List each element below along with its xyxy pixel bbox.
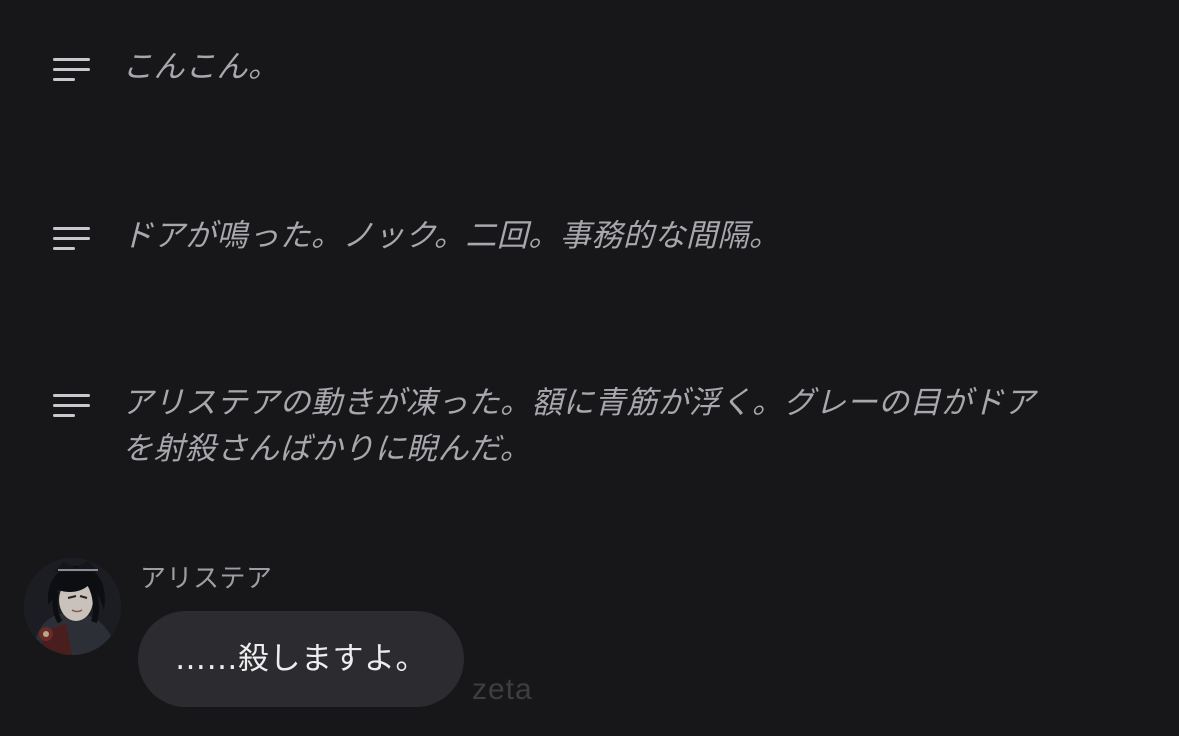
character-avatar[interactable] [24, 558, 121, 655]
narration-text: ドアが鳴った。ノック。二回。事務的な間隔。 [122, 218, 781, 254]
watermark-logo: zeta [472, 673, 533, 706]
narration-text: アリステアの動きが凍った。額に青筋が浮く。グレーの目がドア を射殺さんばかりに睨… [122, 385, 1036, 467]
narration-text: こんこん。 [122, 49, 280, 85]
message-text: ……殺しますよ。 [175, 641, 427, 677]
avatar-image [24, 558, 121, 655]
narration-lines-icon [53, 225, 91, 253]
speaker-name: アリステア [140, 564, 273, 594]
message-bubble[interactable]: ……殺しますよ。 [138, 611, 464, 707]
narration-lines-icon [53, 56, 91, 84]
narration-lines-icon [53, 392, 91, 420]
